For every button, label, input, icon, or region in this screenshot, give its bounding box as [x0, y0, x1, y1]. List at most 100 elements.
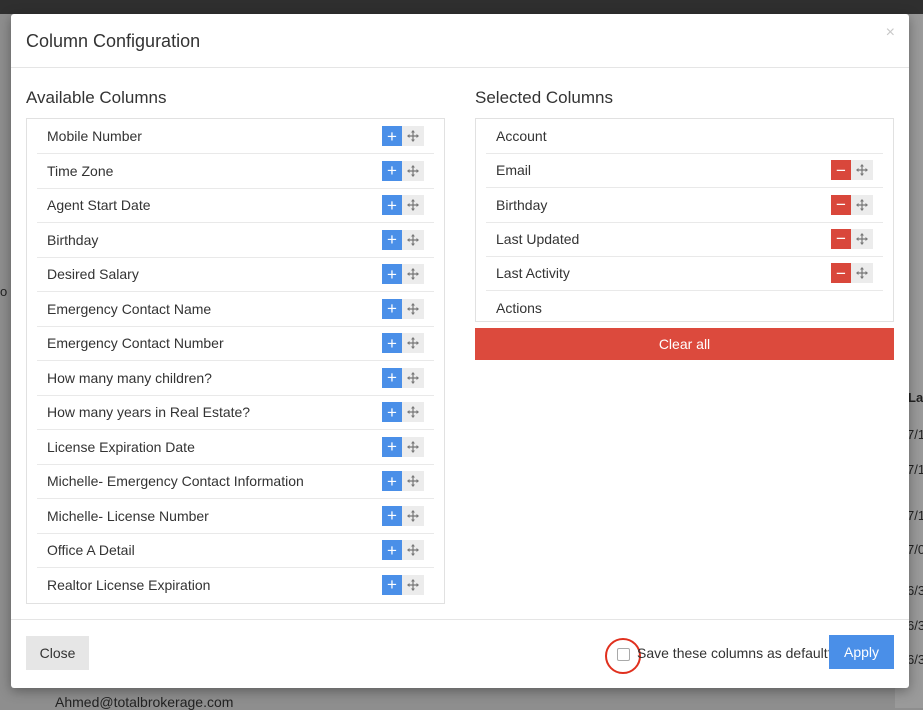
clear-all-button[interactable]: Clear all [475, 328, 894, 360]
available-column-row[interactable]: How many years in Real Estate? + [37, 395, 434, 430]
modal-title: Column Configuration [26, 31, 201, 51]
row-actions: + [382, 229, 424, 250]
row-actions: + [382, 333, 424, 353]
available-column-row[interactable]: Birthday + [37, 223, 434, 258]
available-column-label: Office A Detail [47, 542, 135, 558]
available-column-row[interactable]: Michelle- Emergency Contact Information + [37, 464, 434, 499]
save-default-checkbox[interactable] [617, 648, 630, 661]
selected-columns-title: Selected Columns [475, 88, 613, 107]
available-column-row[interactable]: Desired Salary + [37, 257, 434, 292]
background-col-header: La [908, 390, 923, 405]
background-date: 7/1 [907, 462, 923, 477]
move-icon[interactable] [402, 126, 424, 146]
available-column-row[interactable]: License Expiration Date + [37, 430, 434, 465]
plus-icon[interactable]: + [382, 333, 402, 353]
selected-column-row[interactable]: Email − [486, 153, 883, 189]
close-icon[interactable]: × [886, 24, 895, 42]
available-column-row[interactable]: Time Zone + [37, 154, 434, 189]
plus-icon[interactable]: + [382, 367, 402, 388]
background-date: 6/3 [907, 583, 923, 598]
row-actions: + [382, 540, 424, 560]
background-date: 6/3 [907, 618, 923, 633]
row-actions: + [382, 367, 424, 388]
plus-icon[interactable]: + [382, 471, 402, 491]
plus-icon[interactable]: + [382, 298, 402, 319]
plus-icon[interactable]: + [382, 229, 402, 250]
highlight-circle [605, 638, 641, 674]
background-date: 7/1 [907, 508, 923, 523]
modal-header: Column Configuration × [11, 14, 909, 68]
background-date: 7/0 [907, 542, 923, 557]
available-column-row[interactable]: Agent Start Date + [37, 188, 434, 223]
plus-icon[interactable]: + [382, 195, 402, 215]
row-actions: + [382, 126, 424, 146]
move-icon[interactable] [851, 160, 873, 181]
plus-icon[interactable]: + [382, 436, 402, 457]
move-icon[interactable] [402, 471, 424, 491]
available-column-row[interactable]: Michelle- License Number + [37, 499, 434, 534]
minus-icon[interactable]: − [831, 263, 851, 284]
minus-icon[interactable]: − [831, 228, 851, 249]
move-icon[interactable] [402, 333, 424, 353]
available-column-row[interactable]: How many many children? + [37, 361, 434, 396]
move-icon[interactable] [402, 160, 424, 181]
available-column-label: Birthday [47, 231, 99, 248]
move-icon[interactable] [851, 194, 873, 215]
move-icon[interactable] [402, 436, 424, 457]
minus-icon[interactable]: − [831, 160, 851, 181]
row-actions: − [831, 263, 873, 284]
plus-icon[interactable]: + [382, 264, 402, 284]
save-default-label: Save these columns as default? [637, 645, 836, 661]
row-actions: − [831, 228, 873, 249]
plus-icon[interactable]: + [382, 160, 402, 181]
row-actions: + [382, 471, 424, 491]
move-icon[interactable] [402, 540, 424, 560]
move-icon[interactable] [402, 229, 424, 250]
available-column-label: Michelle- License Number [47, 507, 209, 524]
selected-column-row[interactable]: Birthday − [486, 188, 883, 223]
move-icon[interactable] [402, 264, 424, 284]
plus-icon[interactable]: + [382, 505, 402, 526]
available-column-label: Agent Start Date [47, 197, 151, 213]
available-column-label: Time Zone [47, 162, 114, 179]
available-column-row[interactable]: Realtor License Expiration + [37, 568, 434, 603]
selected-column-label: Actions [496, 299, 542, 316]
selected-column-row[interactable]: Account [486, 119, 883, 154]
move-icon[interactable] [851, 263, 873, 284]
available-column-row[interactable]: Emergency Contact Number + [37, 326, 434, 361]
available-column-row[interactable]: Office A Detail + [37, 533, 434, 568]
selected-column-row[interactable]: Last Activity − [486, 256, 883, 292]
move-icon[interactable] [402, 505, 424, 526]
row-actions: + [382, 574, 424, 595]
move-icon[interactable] [402, 195, 424, 215]
plus-icon[interactable]: + [382, 540, 402, 560]
selected-column-label: Last Updated [496, 230, 580, 247]
row-actions: + [382, 195, 424, 215]
move-icon[interactable] [851, 228, 873, 249]
selected-columns-list: Account Email − Birthday − Last Updated − Last … [475, 118, 894, 322]
row-actions: + [382, 436, 424, 457]
selected-column-row[interactable]: Last Updated − [486, 222, 883, 257]
minus-icon[interactable]: − [831, 194, 851, 215]
move-icon[interactable] [402, 298, 424, 319]
background-date: 7/1 [907, 427, 923, 442]
row-actions: + [382, 402, 424, 422]
apply-button[interactable]: Apply [829, 635, 894, 669]
column-configuration-modal: Column Configuration × Available Columns… [11, 14, 909, 688]
move-icon[interactable] [402, 574, 424, 595]
selected-column-row[interactable]: Actions [486, 291, 883, 326]
plus-icon[interactable]: + [382, 574, 402, 595]
move-icon[interactable] [402, 367, 424, 388]
row-actions: + [382, 264, 424, 284]
available-column-row[interactable]: Mobile Number + [37, 119, 434, 154]
selected-column-label: Birthday [496, 196, 548, 213]
available-column-label: License Expiration Date [47, 438, 195, 455]
close-button[interactable]: Close [26, 636, 89, 670]
row-actions: − [831, 160, 873, 181]
available-column-label: Emergency Contact Name [47, 300, 212, 317]
plus-icon[interactable]: + [382, 402, 402, 422]
move-icon[interactable] [402, 402, 424, 422]
available-column-row[interactable]: Emergency Contact Name + [37, 292, 434, 327]
available-column-label: How many many children? [47, 369, 212, 386]
plus-icon[interactable]: + [382, 126, 402, 146]
